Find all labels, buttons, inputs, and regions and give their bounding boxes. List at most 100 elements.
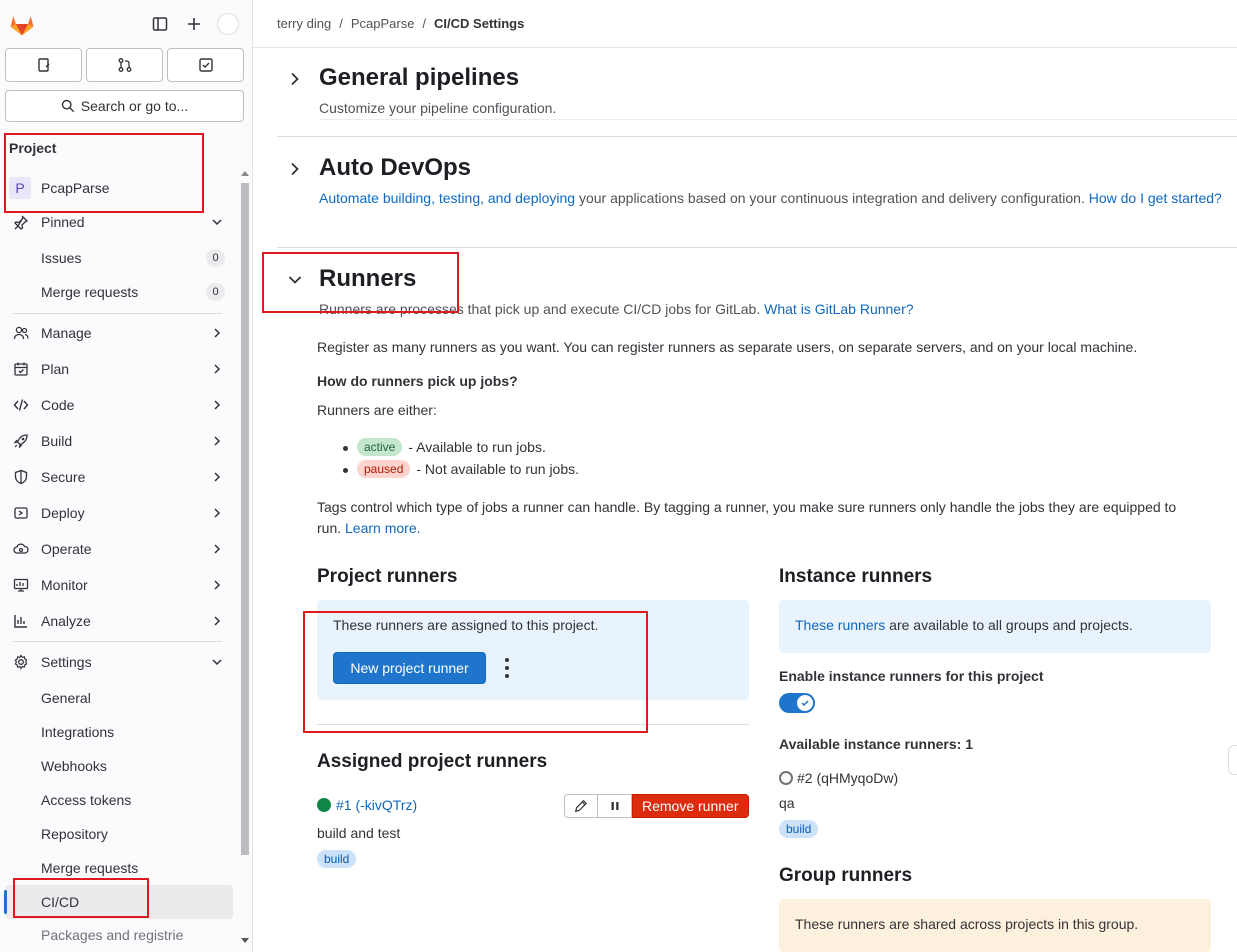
section-divider bbox=[277, 136, 1237, 137]
learn-more-link[interactable]: Learn more. bbox=[345, 520, 420, 536]
remove-runner-button[interactable]: Remove runner bbox=[632, 794, 749, 818]
chevron-right-icon bbox=[211, 614, 223, 630]
auto-devops-desc-text: your applications based on your continuo… bbox=[575, 190, 1089, 206]
paused-pill: paused bbox=[357, 460, 411, 478]
project-link[interactable]: P PcapParse bbox=[9, 177, 109, 199]
calendar-icon bbox=[13, 361, 29, 377]
sidebar-item-deploy[interactable]: Deploy bbox=[5, 496, 233, 530]
sidebar-item-label: Pinned bbox=[41, 214, 85, 230]
paused-text: - Not available to run jobs. bbox=[416, 461, 580, 477]
project-section-label: Project bbox=[9, 140, 57, 156]
sidebar-item-label: Repository bbox=[41, 826, 108, 842]
what-is-runner-link[interactable]: What is GitLab Runner? bbox=[764, 301, 913, 317]
enable-instance-runners-toggle[interactable] bbox=[779, 693, 815, 713]
runner-tag: build bbox=[317, 850, 357, 869]
breadcrumb-current[interactable]: CI/CD Settings bbox=[434, 16, 524, 31]
auto-devops-title[interactable]: Auto DevOps bbox=[319, 154, 471, 182]
instance-runner-tag-pill: build bbox=[779, 820, 819, 839]
sidebar-item-secure[interactable]: Secure bbox=[5, 460, 233, 494]
pause-runner-button[interactable] bbox=[598, 794, 632, 818]
sidebar-item-label: Monitor bbox=[41, 577, 88, 593]
merge-requests-quick-button[interactable] bbox=[86, 48, 163, 82]
breadcrumb-separator: / bbox=[422, 16, 427, 31]
breadcrumb-user[interactable]: terry ding bbox=[277, 16, 331, 31]
these-runners-link[interactable]: These runners bbox=[795, 617, 885, 633]
new-project-runner-button[interactable]: New project runner bbox=[333, 652, 486, 684]
sidebar-item-access-tokens[interactable]: Access tokens bbox=[5, 783, 233, 817]
sidebar-toggle-icon[interactable] bbox=[148, 12, 172, 36]
sidebar-item-plan[interactable]: Plan bbox=[5, 352, 233, 386]
runner-actions: Remove runner bbox=[564, 794, 749, 818]
active-text: - Available to run jobs. bbox=[408, 439, 546, 455]
sidebar-item-general[interactable]: General bbox=[5, 681, 233, 715]
chevron-right-icon bbox=[211, 326, 223, 342]
main-content: terry ding / PcapParse / CI/CD Settings … bbox=[253, 0, 1237, 952]
plus-icon[interactable] bbox=[182, 12, 206, 36]
chart-icon bbox=[13, 613, 29, 629]
active-pill: active bbox=[357, 438, 403, 456]
sidebar-item-webhooks[interactable]: Webhooks bbox=[5, 749, 233, 783]
runners-title[interactable]: Runners bbox=[319, 265, 416, 293]
issues-icon bbox=[37, 58, 49, 72]
assigned-runners-title: Assigned project runners bbox=[317, 751, 548, 772]
issues-quick-button[interactable] bbox=[5, 48, 82, 82]
sidebar-item-manage[interactable]: Manage bbox=[5, 316, 233, 350]
auto-devops-link[interactable]: Automate building, testing, and deployin… bbox=[319, 190, 575, 206]
sidebar-item-label: Settings bbox=[41, 654, 92, 670]
user-avatar[interactable] bbox=[217, 13, 239, 35]
project-runners-title: Project runners bbox=[317, 566, 458, 587]
runner-description: build and test bbox=[317, 825, 401, 841]
sidebar-item-packages-registries[interactable]: Packages and registrie bbox=[5, 918, 233, 952]
cloud-gear-icon bbox=[13, 541, 29, 557]
edit-runner-button[interactable] bbox=[564, 794, 598, 818]
instance-runner-row: #2 (qHMyqoDw) bbox=[779, 770, 898, 786]
sidebar-item-label: Issues bbox=[41, 250, 82, 266]
breadcrumb-separator: / bbox=[339, 16, 343, 31]
sidebar-item-analyze[interactable]: Analyze bbox=[5, 604, 233, 638]
sidebar-item-merge-requests[interactable]: Merge requests 0 bbox=[5, 275, 233, 309]
chevron-right-icon bbox=[211, 542, 223, 558]
chevron-right-icon[interactable] bbox=[287, 71, 303, 87]
more-actions-icon[interactable] bbox=[503, 658, 511, 678]
sidebar-item-label: Operate bbox=[41, 541, 92, 557]
gitlab-logo-icon[interactable] bbox=[8, 10, 36, 38]
sidebar-item-build[interactable]: Build bbox=[5, 424, 233, 458]
chevron-right-icon[interactable] bbox=[287, 161, 303, 177]
sidebar-item-label: Merge requests bbox=[41, 284, 139, 300]
sidebar-scroll-thumb[interactable] bbox=[241, 183, 249, 855]
search-button[interactable]: Search or go to... bbox=[5, 90, 244, 122]
header-divider bbox=[253, 47, 1237, 48]
sidebar-item-label: Code bbox=[41, 397, 75, 413]
runners-desc-text: Runners are processes that pick up and e… bbox=[319, 301, 765, 317]
todos-quick-button[interactable] bbox=[167, 48, 244, 82]
general-pipelines-title[interactable]: General pipelines bbox=[319, 64, 519, 92]
chevron-right-icon bbox=[211, 362, 223, 378]
sidebar-item-settings[interactable]: Settings bbox=[5, 645, 233, 679]
sidebar-item-pinned[interactable]: Pinned bbox=[5, 205, 233, 239]
sidebar-divider bbox=[13, 313, 222, 314]
chevron-down-icon[interactable] bbox=[287, 272, 303, 288]
sidebar-item-issues[interactable]: Issues 0 bbox=[5, 241, 233, 275]
feedback-tab[interactable] bbox=[1228, 745, 1237, 775]
offline-status-icon bbox=[779, 771, 793, 785]
sidebar-item-integrations[interactable]: Integrations bbox=[5, 715, 233, 749]
project-runners-panel: These runners are assigned to this proje… bbox=[317, 600, 749, 700]
sidebar-item-repository[interactable]: Repository bbox=[5, 817, 233, 851]
code-icon bbox=[13, 397, 29, 413]
issues-count-badge: 0 bbox=[206, 249, 225, 267]
group-runners-panel: These runners are shared across projects… bbox=[779, 899, 1211, 952]
sidebar-item-settings-merge-requests[interactable]: Merge requests bbox=[5, 851, 233, 885]
sidebar-divider bbox=[13, 641, 222, 642]
sidebar-item-operate[interactable]: Operate bbox=[5, 532, 233, 566]
breadcrumb-project[interactable]: PcapParse bbox=[351, 16, 415, 31]
register-text: Register as many runners as you want. Yo… bbox=[317, 339, 1138, 355]
get-started-link[interactable]: How do I get started? bbox=[1089, 190, 1222, 206]
runners-desc: Runners are processes that pick up and e… bbox=[319, 299, 914, 320]
auto-devops-desc: Automate building, testing, and deployin… bbox=[319, 188, 1235, 209]
sidebar-item-code[interactable]: Code bbox=[5, 388, 233, 422]
enable-instance-runners-label: Enable instance runners for this project bbox=[779, 668, 1044, 684]
sidebar-item-monitor[interactable]: Monitor bbox=[5, 568, 233, 602]
instance-runners-info: These runners are available to all group… bbox=[795, 617, 1133, 633]
runner-link[interactable]: #1 (-kivQTrz) bbox=[336, 797, 417, 813]
sidebar-item-cicd[interactable]: CI/CD bbox=[5, 885, 233, 919]
